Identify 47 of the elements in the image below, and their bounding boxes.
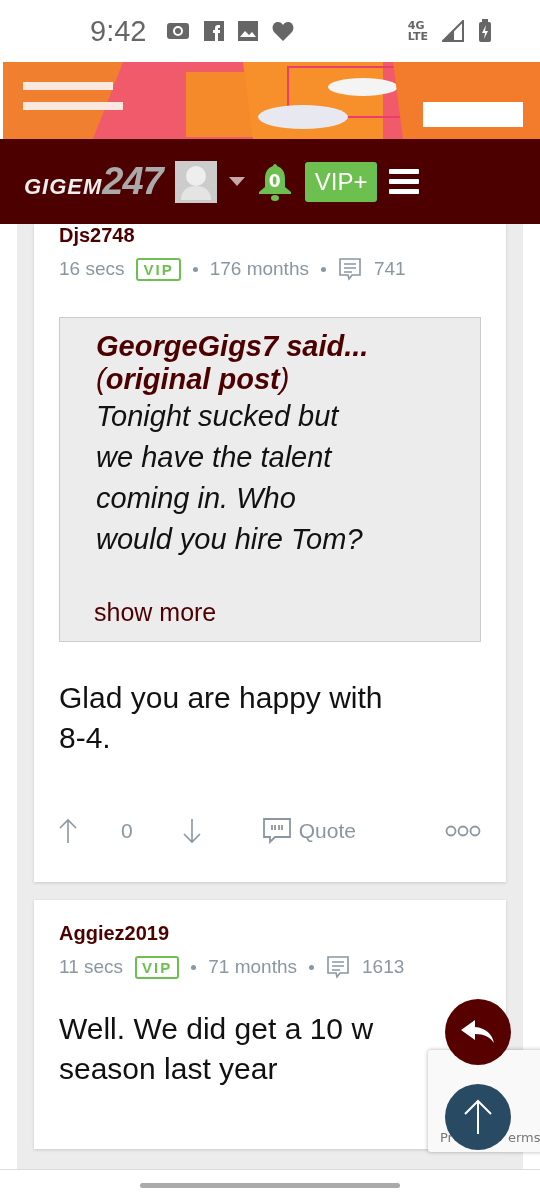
signal-icon: [442, 20, 464, 42]
quote-text: would you hire Tom?: [96, 522, 364, 557]
quote-text: coming in. Who: [96, 481, 297, 516]
arrow-up-icon: [463, 1099, 493, 1135]
more-icon[interactable]: [445, 825, 481, 837]
radio-icon: [166, 21, 191, 41]
member-tenure: 71 months: [208, 956, 297, 978]
facebook-icon: [204, 21, 225, 41]
post-count: 741: [373, 258, 406, 280]
image-icon: [238, 21, 259, 41]
author-name[interactable]: Djs2748: [59, 224, 481, 247]
post-text: Well. We did get a 10 w: [59, 1011, 374, 1047]
post-text: 8-4.: [59, 720, 111, 756]
comment-icon: [326, 955, 350, 979]
network-type: 4G LTE: [407, 20, 428, 42]
site-logo[interactable]: GIGEM247: [24, 160, 163, 203]
menu-icon[interactable]: [389, 168, 420, 195]
original-post-link[interactable]: (original post): [96, 363, 460, 396]
battery-icon: [478, 19, 492, 43]
author-name[interactable]: Aggiez2019: [59, 922, 481, 945]
post-text: season last year: [59, 1051, 278, 1087]
separator-dot: [320, 266, 326, 272]
post-time: 16 secs: [59, 258, 125, 280]
separator-dot: [192, 266, 198, 272]
comment-icon: [337, 257, 362, 281]
reply-icon: [461, 1020, 495, 1044]
post-count: 1613: [362, 956, 405, 978]
avatar[interactable]: [174, 160, 217, 203]
vip-badge: VIP: [136, 257, 181, 281]
vip-badge: VIP: [135, 955, 180, 979]
terms-link[interactable]: erms: [508, 1130, 540, 1145]
quote-text: Tonight sucked but: [96, 399, 341, 434]
vote-score: 0: [121, 819, 133, 843]
upvote-icon[interactable]: [59, 818, 77, 844]
quote-text: we have the talent: [96, 440, 334, 475]
caret-icon[interactable]: [228, 176, 245, 187]
member-tenure: 176 months: [209, 258, 309, 280]
downvote-icon[interactable]: [182, 818, 201, 844]
show-more-link[interactable]: show more: [94, 598, 460, 627]
quote-author: GeorgeGigs7 said...: [96, 330, 370, 363]
separator-dot: [191, 964, 197, 970]
post-text: Glad you are happy with: [59, 680, 383, 716]
post-time: 11 secs: [59, 956, 124, 978]
separator-dot: [309, 964, 314, 970]
quote-icon[interactable]: [262, 818, 291, 844]
clock: 9:42: [90, 14, 147, 48]
heart-icon: [272, 21, 295, 41]
